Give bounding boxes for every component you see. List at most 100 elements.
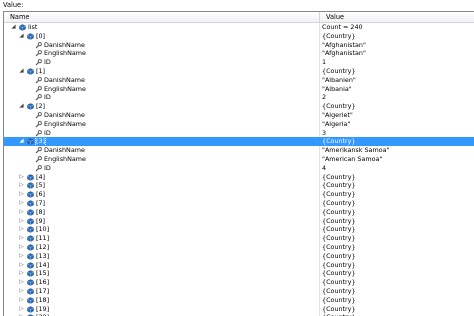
row-name: [0]	[36, 31, 46, 40]
tree-row[interactable]: ID 2	[4, 93, 474, 103]
tree-row[interactable]: EnglishName "Albania"	[4, 84, 474, 94]
tree-row[interactable]: ▷ [8] {Country}	[4, 207, 474, 217]
tree-row[interactable]: DanishName "Amerikansk Samoa"	[4, 146, 474, 155]
row-value: {Country}	[322, 278, 356, 287]
object-icon	[27, 200, 34, 207]
object-icon	[27, 297, 34, 304]
row-value: "Afghanistan"	[322, 49, 366, 58]
name-cell: ▷ [17]	[4, 287, 320, 296]
row-value: {Country}	[322, 102, 356, 111]
row-name: [2]	[36, 102, 46, 111]
tree-row[interactable]: ▷ [19] {Country}	[4, 304, 474, 314]
tree-row[interactable]: ◢ [2] {Country}	[4, 102, 474, 111]
expand-arrow-icon[interactable]: ▷	[18, 235, 25, 242]
name-cell: ▷ [4]	[4, 172, 320, 182]
row-name: ID	[44, 58, 51, 67]
row-name: [6]	[36, 190, 46, 199]
expand-arrow-icon[interactable]: ▷	[18, 306, 25, 313]
name-cell: DanishName	[4, 111, 320, 120]
tree-row[interactable]: ▷ [5] {Country}	[4, 181, 474, 191]
name-cell: ▷ [6]	[4, 190, 320, 199]
tree-row[interactable]: ▷ [17] {Country}	[4, 287, 474, 296]
name-cell: ▷ [13]	[4, 251, 320, 261]
tree-row[interactable]: ID 4	[4, 163, 474, 173]
expand-arrow-icon[interactable]: ▷	[18, 253, 25, 260]
name-cell: ▷ [16]	[4, 278, 320, 287]
value-label: Value:	[3, 1, 24, 9]
tree-row[interactable]: DanishName "Albanien"	[4, 75, 474, 85]
name-cell: ◢ list	[4, 23, 320, 32]
row-name: [13]	[36, 251, 50, 260]
row-value: 1	[322, 58, 327, 67]
name-cell: ◢ [2]	[4, 102, 320, 111]
tree-row[interactable]: EnglishName "Afghanistan"	[4, 49, 474, 59]
name-cell: ◢ [1]	[4, 67, 320, 76]
expand-arrow-icon[interactable]: ▷	[18, 182, 25, 189]
expand-arrow-icon[interactable]: ▷	[18, 270, 25, 277]
name-cell: EnglishName	[4, 155, 320, 164]
row-value: {Country}	[322, 137, 356, 146]
tree-row[interactable]: ▷ [18] {Country}	[4, 295, 474, 305]
expand-arrow-icon[interactable]: ▷	[18, 297, 25, 304]
tree-row[interactable]: ▷ [9] {Country}	[4, 216, 474, 226]
row-name: ID	[44, 128, 51, 137]
expand-arrow-icon[interactable]: ▷	[18, 288, 25, 295]
expand-arrow-icon[interactable]: ▷	[18, 191, 25, 198]
tree-row[interactable]: ◢ list Count = 240	[4, 23, 474, 32]
tree-row[interactable]: ▷ [12] {Country}	[4, 243, 474, 252]
tree-row[interactable]: ◢ [1] {Country}	[4, 67, 474, 76]
name-cell: EnglishName	[4, 49, 320, 59]
tree-row[interactable]: ▷ [4] {Country}	[4, 172, 474, 182]
tree-row[interactable]: ◢ [3] {Country}	[4, 136, 474, 148]
tree-row[interactable]: EnglishName "Algeria"	[4, 119, 474, 129]
tree-row[interactable]: ▷ [7] {Country}	[4, 199, 474, 208]
expand-arrow-icon[interactable]: ▷	[18, 244, 25, 251]
tree-row[interactable]: ▷ [16] {Country}	[4, 278, 474, 287]
collapse-arrow-icon[interactable]: ◢	[18, 103, 25, 110]
row-value: "Algeriet"	[322, 111, 353, 119]
name-column-header[interactable]: Name	[4, 12, 320, 22]
expand-arrow-icon[interactable]: ▷	[18, 200, 25, 207]
tree-row[interactable]: ID 3	[4, 128, 474, 138]
tree-row[interactable]: DanishName "Afghanistan"	[4, 40, 474, 50]
object-icon	[27, 235, 34, 242]
tree-row[interactable]: ID 1	[4, 58, 474, 67]
expand-arrow-icon[interactable]: ▷	[18, 209, 25, 216]
row-value: {Country}	[322, 199, 356, 207]
property-wrench-icon	[35, 129, 42, 137]
tree-row[interactable]: ▷ [13] {Country}	[4, 251, 474, 261]
tree-row[interactable]: ▷ [14] {Country}	[4, 260, 474, 270]
name-cell: ▷ [18]	[4, 295, 320, 305]
collapse-arrow-icon[interactable]: ◢	[18, 138, 25, 145]
value-column-header[interactable]: Value	[320, 12, 474, 22]
row-value: {Country}	[322, 207, 356, 216]
expand-arrow-icon[interactable]: ▷	[18, 226, 25, 233]
name-cell: ▷ [8]	[4, 207, 320, 217]
property-wrench-icon	[35, 112, 42, 119]
object-icon	[27, 217, 34, 225]
tree-row[interactable]: DanishName "Algeriet"	[4, 111, 474, 120]
tree-row[interactable]: ▷ [6] {Country}	[4, 190, 474, 199]
expand-arrow-icon[interactable]: ▷	[18, 218, 25, 225]
object-icon	[27, 103, 34, 110]
expand-arrow-icon[interactable]: ▷	[18, 279, 25, 286]
tree-row[interactable]: ▷ [11] {Country}	[4, 234, 474, 243]
collapse-arrow-icon[interactable]: ◢	[18, 33, 25, 40]
name-cell: ▷ [5]	[4, 181, 320, 191]
tree-row[interactable]: ▷ [15] {Country}	[4, 269, 474, 279]
tree-row[interactable]: EnglishName "American Samoa"	[4, 155, 474, 164]
collapse-arrow-icon[interactable]: ◢	[10, 24, 17, 31]
tree-row[interactable]: ◢ [0] {Country}	[4, 31, 474, 41]
object-icon	[27, 173, 34, 181]
object-icon	[27, 261, 34, 269]
watch-tree-panel[interactable]: Name Value ◢ list Count = 240 ◢ [0] {Country}…	[3, 11, 474, 316]
expand-arrow-icon[interactable]: ▷	[18, 262, 25, 269]
row-name: list	[28, 23, 38, 31]
tree-row[interactable]: ▷ [10] {Country}	[4, 225, 474, 235]
row-value: "Algeria"	[322, 119, 351, 128]
row-value: "Amerikansk Samoa"	[322, 146, 390, 155]
collapse-arrow-icon[interactable]: ◢	[18, 68, 25, 75]
name-cell: ▷ [15]	[4, 269, 320, 279]
expand-arrow-icon[interactable]: ▷	[18, 174, 25, 181]
name-cell: ▷ [10]	[4, 225, 320, 235]
